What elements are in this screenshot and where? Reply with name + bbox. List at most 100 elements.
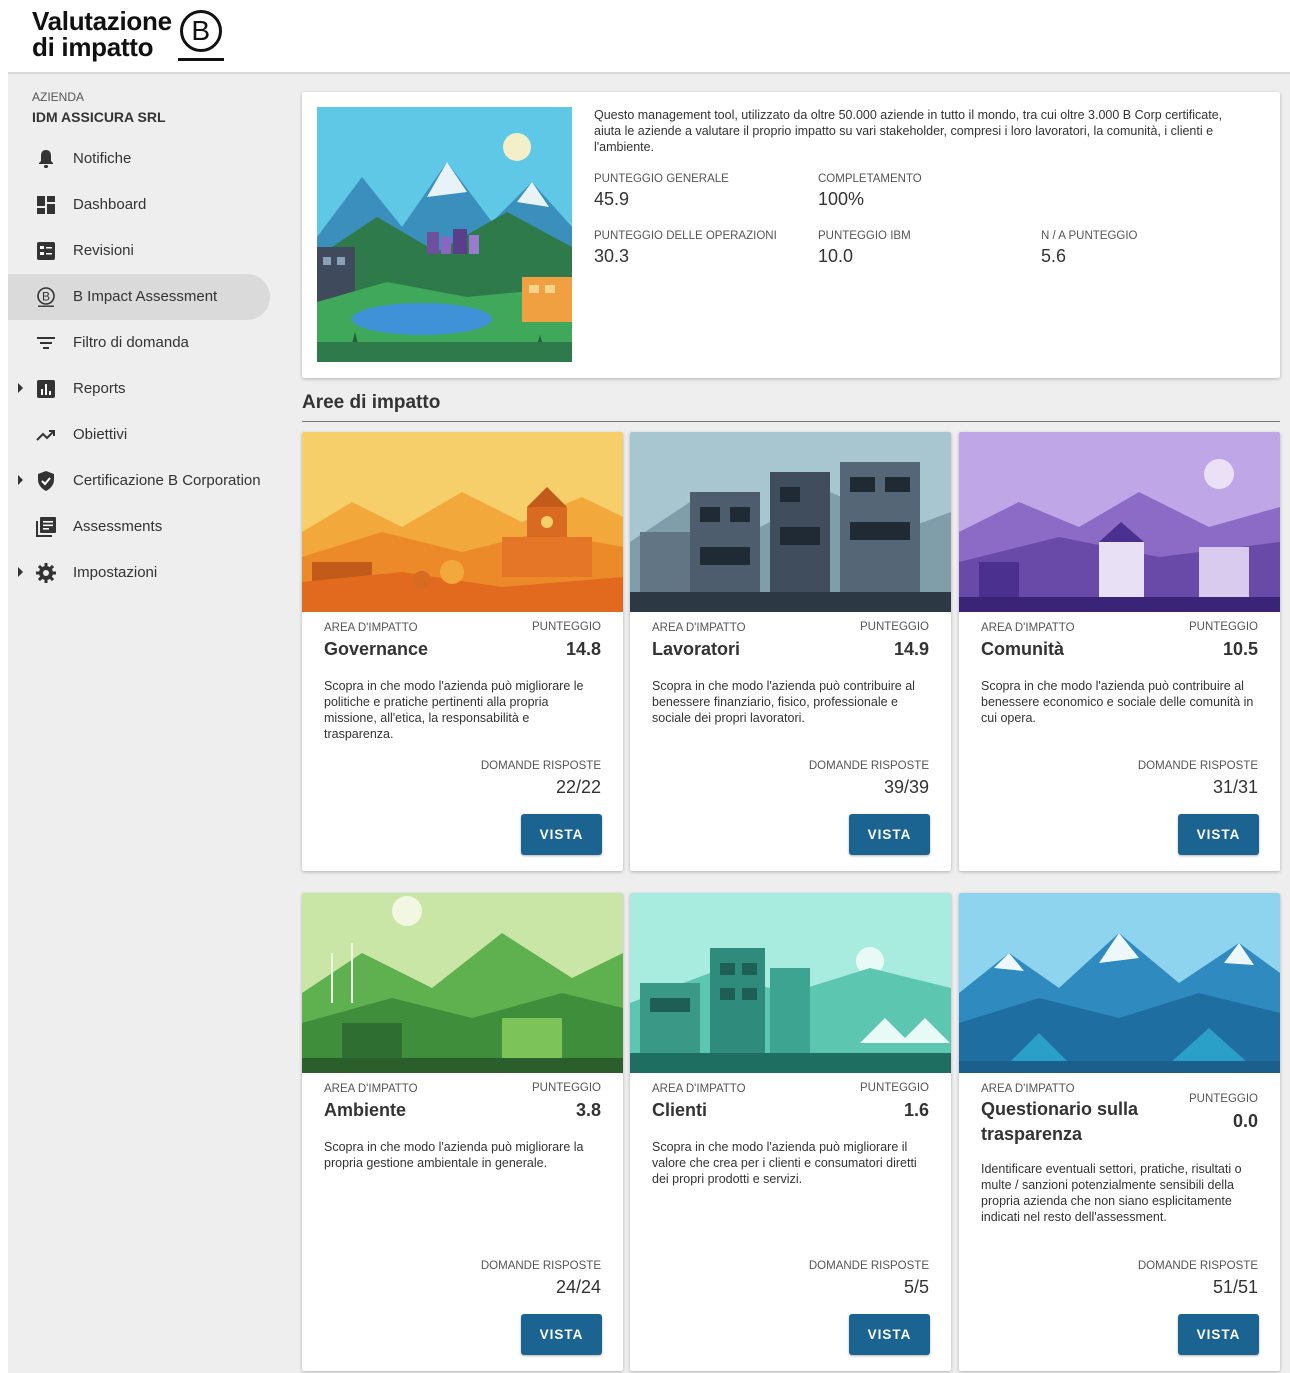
- stat-value: 5.6: [1041, 246, 1067, 266]
- score-value: 1.6: [903, 1100, 929, 1120]
- area-label: AREA D'IMPATTO: [324, 1083, 418, 1095]
- environment-illustration: [302, 893, 623, 1073]
- transparency-illustration: [959, 893, 1280, 1073]
- section-title: Aree di impatto: [302, 392, 441, 413]
- score-label: PUNTEGGIO: [859, 621, 929, 633]
- sidebar-item-filtro-di-domanda[interactable]: Filtro di domanda: [8, 320, 298, 366]
- intro-description: Questo management tool, utilizzato da ol…: [594, 108, 1223, 154]
- landscape-illustration: [317, 107, 572, 362]
- answered-value: 51/51: [1212, 1277, 1258, 1297]
- section-divider: [302, 421, 1280, 422]
- score-value: 10.5: [1222, 639, 1258, 659]
- area-name: Comunità: [981, 639, 1064, 659]
- company-label: AZIENDA: [32, 90, 85, 104]
- area-description: Scopra in che modo l'azienda può miglior…: [324, 1140, 584, 1170]
- area-name: Governance: [324, 639, 429, 659]
- impact-card-trasparenza: AREA D'IMPATTO Questionario sulla traspa…: [959, 893, 1280, 1371]
- sidebar-item-label: Dashboard: [73, 196, 147, 213]
- impact-card-governance: AREA D'IMPATTO Governance PUNTEGGIO 14.8…: [302, 432, 623, 871]
- view-button[interactable]: VISTA: [1178, 814, 1259, 855]
- library-books-icon: [36, 517, 56, 537]
- area-name: Clienti: [652, 1100, 708, 1120]
- impact-card-comunita: AREA D'IMPATTO Comunità PUNTEGGIO 10.5 S…: [959, 432, 1280, 871]
- b-logo-underline: [177, 58, 224, 61]
- area-description: Scopra in che modo l'azienda può miglior…: [652, 1140, 917, 1186]
- score-label: PUNTEGGIO: [859, 1082, 929, 1094]
- customers-illustration: [630, 893, 951, 1073]
- expand-caret-icon[interactable]: [18, 475, 23, 485]
- view-button[interactable]: VISTA: [849, 1314, 930, 1355]
- answered-value: 5/5: [903, 1277, 929, 1297]
- score-label: PUNTEGGIO: [531, 1082, 601, 1094]
- impact-card-clienti: AREA D'IMPATTO Clienti PUNTEGGIO 1.6 Sco…: [630, 893, 951, 1371]
- stat-completion: COMPLETAMENTO 100%: [818, 173, 922, 210]
- community-illustration: [959, 432, 1280, 612]
- workers-illustration: [630, 432, 951, 612]
- b-logo-mark: B: [179, 10, 222, 52]
- b-logo-icon: B: [177, 10, 224, 62]
- intro-card: Questo management tool, utilizzato da ol…: [302, 92, 1280, 378]
- stat-value: 45.9: [594, 189, 630, 209]
- svg-text:B: B: [42, 290, 50, 304]
- area-label: AREA D'IMPATTO: [652, 1083, 746, 1095]
- area-name: Lavoratori: [652, 639, 741, 659]
- score-value: 3.8: [575, 1100, 601, 1120]
- sidebar-item-impostazioni[interactable]: Impostazioni: [8, 550, 298, 596]
- company-name: IDM ASSICURA SRL: [32, 109, 166, 125]
- sidebar-nav: Notifiche Dashboard Revisioni B B Impact…: [8, 136, 298, 596]
- view-button[interactable]: VISTA: [849, 814, 930, 855]
- area-label: AREA D'IMPATTO: [652, 622, 746, 634]
- trending-up-icon: [36, 425, 56, 445]
- area-description: Scopra in che modo l'azienda può contrib…: [981, 679, 1254, 725]
- stat-ibm: PUNTEGGIO IBM 10.0: [818, 230, 911, 267]
- governance-illustration: [302, 432, 623, 612]
- expand-caret-icon[interactable]: [18, 567, 23, 577]
- score-value: 14.9: [893, 639, 929, 659]
- area-description: Scopra in che modo l'azienda può miglior…: [324, 679, 584, 741]
- score-label: PUNTEGGIO: [531, 621, 601, 633]
- sidebar-item-label: Filtro di domanda: [73, 334, 189, 351]
- answered-label: DOMANDE RISPOSTE: [480, 760, 601, 772]
- answered-label: DOMANDE RISPOSTE: [1137, 1260, 1258, 1272]
- sidebar-item-label: B Impact Assessment: [73, 288, 218, 305]
- sidebar-item-notifiche[interactable]: Notifiche: [8, 136, 298, 182]
- answered-value: 24/24: [555, 1277, 601, 1297]
- bell-icon: [36, 149, 56, 169]
- sidebar-item-assessments[interactable]: Assessments: [8, 504, 298, 550]
- stat-na: N / A PUNTEGGIO 5.6: [1041, 230, 1138, 267]
- logo-line-2: di impatto: [32, 32, 154, 62]
- view-button[interactable]: VISTA: [521, 1314, 602, 1355]
- view-button[interactable]: VISTA: [1178, 1314, 1259, 1355]
- impact-card-ambiente: AREA D'IMPATTO Ambiente PUNTEGGIO 3.8 Sc…: [302, 893, 623, 1371]
- sidebar-item-dashboard[interactable]: Dashboard: [8, 182, 298, 228]
- view-button[interactable]: VISTA: [521, 814, 602, 855]
- sidebar-item-label: Obiettivi: [73, 426, 128, 443]
- score-value: 0.0: [1232, 1111, 1258, 1131]
- area-description: Scopra in che modo l'azienda può contrib…: [652, 679, 915, 725]
- sidebar-item-obiettivi[interactable]: Obiettivi: [8, 412, 298, 458]
- bar-chart-icon: [36, 379, 56, 399]
- sidebar-item-certificazione[interactable]: Certificazione B Corporation: [8, 458, 298, 504]
- app-logo[interactable]: Valutazione di impatto B: [32, 8, 224, 62]
- answered-label: DOMANDE RISPOSTE: [808, 760, 929, 772]
- score-label: PUNTEGGIO: [1188, 621, 1258, 633]
- stat-value: 30.3: [594, 246, 630, 266]
- sidebar-item-reports[interactable]: Reports: [8, 366, 298, 412]
- gear-icon: [36, 563, 56, 583]
- expand-caret-icon[interactable]: [18, 383, 23, 393]
- sidebar-item-label: Revisioni: [73, 242, 134, 259]
- stat-label: COMPLETAMENTO: [818, 173, 922, 185]
- stat-label: N / A PUNTEGGIO: [1041, 230, 1138, 242]
- sidebar-item-b-impact-assessment[interactable]: B B Impact Assessment: [8, 274, 270, 320]
- answered-value: 22/22: [555, 777, 601, 797]
- sidebar-item-revisioni[interactable]: Revisioni: [8, 228, 298, 274]
- area-label: AREA D'IMPATTO: [981, 622, 1075, 634]
- app-header: Valutazione di impatto B: [0, 0, 1290, 72]
- score-label: PUNTEGGIO: [1188, 1093, 1258, 1105]
- stat-label: PUNTEGGIO GENERALE: [594, 173, 729, 185]
- impact-card-lavoratori: AREA D'IMPATTO Lavoratori PUNTEGGIO 14.9…: [630, 432, 951, 871]
- sidebar-item-label: Notifiche: [73, 150, 132, 167]
- sidebar-item-label: Assessments: [73, 518, 163, 535]
- sidebar-item-label: Certificazione B Corporation: [73, 472, 261, 489]
- stat-label: PUNTEGGIO IBM: [818, 230, 911, 242]
